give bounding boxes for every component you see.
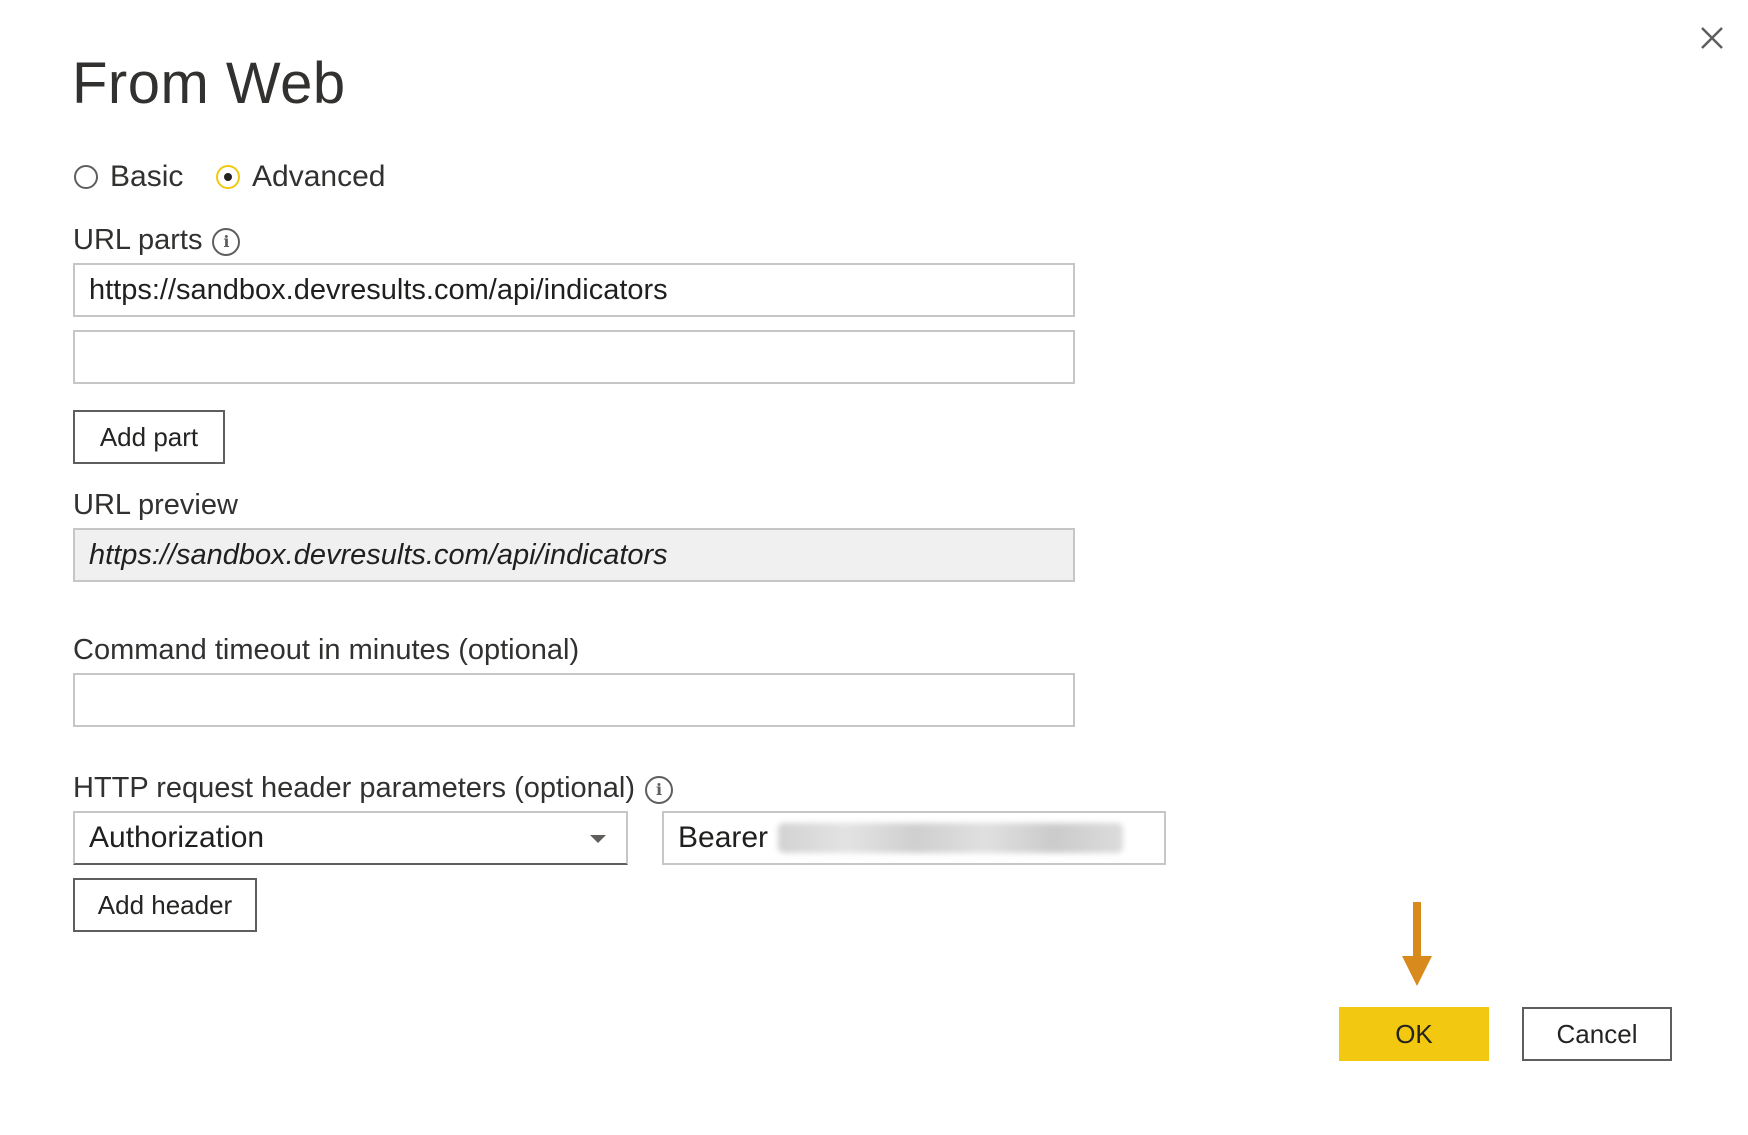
dialog-title: From Web	[72, 51, 346, 116]
headers-label: HTTP request header parameters (optional…	[73, 772, 636, 804]
cancel-label: Cancel	[1556, 1018, 1638, 1049]
url-part-1-input[interactable]: https://sandbox.devresults.com/api/indic…	[73, 263, 1075, 317]
url-part-1-value: https://sandbox.devresults.com/api/indic…	[89, 273, 668, 306]
ok-button[interactable]: OK	[1339, 1007, 1489, 1061]
radio-advanced[interactable]: Advanced	[216, 155, 385, 199]
radio-basic-label: Basic	[110, 160, 184, 193]
arrow-down-icon	[1402, 902, 1432, 986]
add-header-button[interactable]: Add header	[73, 878, 257, 932]
add-part-button[interactable]: Add part	[73, 410, 225, 464]
url-preview-field: https://sandbox.devresults.com/api/indic…	[73, 528, 1075, 582]
info-icon[interactable]: i	[212, 228, 241, 256]
timeout-input[interactable]	[73, 673, 1075, 727]
header-name-select[interactable]: Authorization	[73, 811, 628, 865]
add-part-label: Add part	[99, 421, 199, 452]
cancel-button[interactable]: Cancel	[1522, 1007, 1672, 1061]
info-icon[interactable]: i	[645, 776, 674, 804]
url-part-2-input[interactable]	[73, 330, 1075, 384]
radio-basic[interactable]: Basic	[74, 155, 183, 199]
radio-advanced-label: Advanced	[252, 160, 386, 193]
header-value-input[interactable]: Bearer	[662, 811, 1166, 865]
url-parts-label-row: URL parts i	[73, 222, 241, 258]
headers-label-row: HTTP request header parameters (optional…	[73, 770, 674, 806]
chevron-down-icon[interactable]	[590, 835, 606, 843]
url-preview-value: https://sandbox.devresults.com/api/indic…	[89, 538, 668, 571]
url-preview-label: URL preview	[73, 489, 238, 521]
add-header-label: Add header	[97, 889, 233, 920]
url-parts-label: URL parts	[73, 224, 203, 256]
timeout-label: Command timeout in minutes (optional)	[73, 634, 580, 666]
ok-label: OK	[1395, 1018, 1433, 1049]
header-value-prefix: Bearer	[678, 821, 769, 854]
radio-advanced-circle[interactable]	[216, 165, 240, 189]
radio-basic-circle[interactable]	[74, 165, 98, 189]
redacted-token	[778, 823, 1124, 853]
close-button[interactable]	[1690, 16, 1734, 60]
header-name-value: Authorization	[89, 821, 265, 854]
close-icon	[1701, 27, 1723, 49]
